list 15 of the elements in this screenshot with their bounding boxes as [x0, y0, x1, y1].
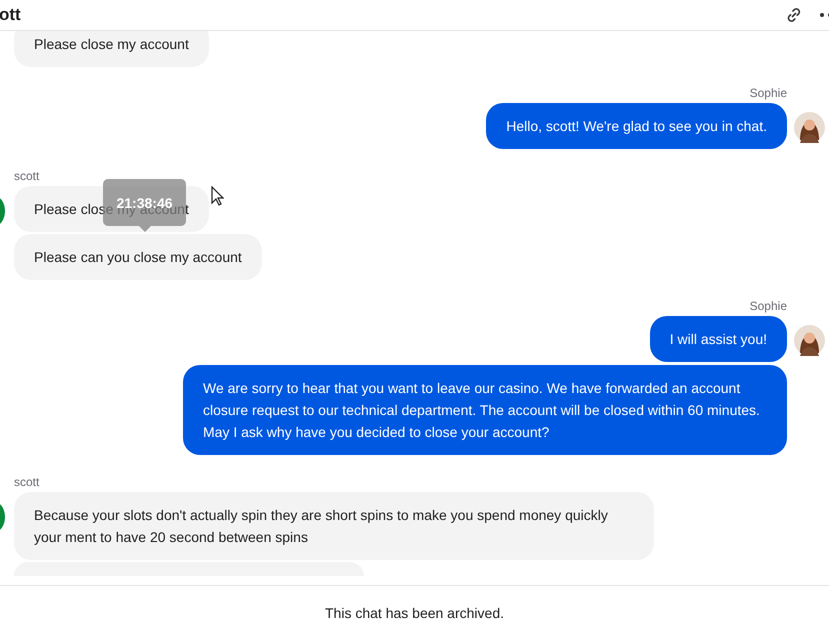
- message-bubble: I will assist you!: [650, 316, 787, 362]
- sender-name: Sophie: [750, 299, 787, 314]
- sender-name: scott: [14, 475, 40, 490]
- sender-name: Sophie: [750, 86, 787, 101]
- link-icon[interactable]: [785, 6, 803, 24]
- sender-name: scott: [14, 169, 40, 184]
- archived-notice: This chat has been archived.: [325, 605, 504, 621]
- message-bubble: Because your slots don't actually spin they are short spins to make you spend money quickly your ment to have 20 second between spins: [14, 492, 654, 560]
- message-bubble: Please close my account: [14, 31, 209, 67]
- message-bubble: Please can you close my account: [14, 234, 262, 280]
- message-bubble: Hello, scott! We're glad to see you in chat.: [486, 103, 787, 149]
- more-icon[interactable]: [819, 12, 829, 18]
- message-bubble: We are sorry to hear that you want to leave our casino. We have forwarded an account closure request to our technical department. The account will be closed within 60 minutes. May I ask why have you decided to close your account?: [183, 365, 787, 455]
- chat-title: ott: [0, 4, 21, 26]
- cursor-icon: [211, 186, 224, 206]
